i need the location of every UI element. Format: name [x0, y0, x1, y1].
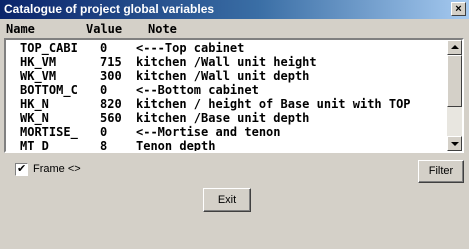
variable-name: BOTTOM_C: [20, 83, 78, 97]
close-button[interactable]: ×: [451, 2, 466, 16]
variable-value: 300: [100, 69, 122, 83]
variable-value: 820: [100, 97, 122, 111]
column-header-value: Value: [86, 22, 123, 36]
variables-rows: TOP_CABI 0 <---Top cabinet HK_VM 715 kit…: [6, 40, 447, 151]
scroll-up-button[interactable]: [447, 40, 462, 55]
variable-note: kitchen /Wall unit height: [136, 55, 317, 69]
variable-note: kitchen /Base unit depth: [136, 111, 310, 125]
list-item[interactable]: TOP_CABI 0 <---Top cabinet: [6, 41, 447, 55]
exit-button[interactable]: Exit: [203, 188, 251, 212]
variables-listbox[interactable]: TOP_CABI 0 <---Top cabinet HK_VM 715 kit…: [4, 38, 464, 153]
arrow-down-icon: [451, 142, 459, 146]
list-item[interactable]: HK_N 820 kitchen / height of Base unit w…: [6, 97, 447, 111]
variable-name: HK_N: [20, 97, 49, 111]
variable-value: 0: [100, 125, 108, 139]
vertical-scrollbar[interactable]: [447, 40, 462, 151]
filter-button[interactable]: Filter: [418, 160, 464, 183]
variable-note: <---Top cabinet: [136, 41, 245, 55]
variable-note: kitchen / height of Base unit with TOP: [136, 97, 411, 111]
column-header-name: Name: [6, 22, 35, 36]
list-item[interactable]: HK_VM 715 kitchen /Wall unit height: [6, 55, 447, 69]
variable-value: 0: [100, 83, 108, 97]
list-item[interactable]: MORTISE_ 0 <--Mortise and tenon: [6, 125, 447, 139]
variable-name: WK_VM: [20, 69, 57, 83]
frame-checkbox[interactable]: ✔: [15, 162, 28, 176]
variable-note: Tenon depth: [136, 139, 216, 151]
scroll-down-button[interactable]: [447, 136, 462, 151]
variable-name: MT_D: [20, 139, 49, 151]
window-title: Catalogue of project global variables: [4, 2, 215, 16]
list-item[interactable]: WK_N 560 kitchen /Base unit depth: [6, 111, 447, 125]
variable-name: MORTISE_: [20, 125, 78, 139]
arrow-up-icon: [451, 45, 459, 49]
close-icon: ×: [455, 3, 462, 15]
variable-note: <--Bottom cabinet: [136, 83, 259, 97]
scroll-thumb[interactable]: [447, 55, 462, 107]
checkmark-icon: ✔: [17, 162, 27, 175]
list-item[interactable]: BOTTOM_C 0 <--Bottom cabinet: [6, 83, 447, 97]
variable-note: <--Mortise and tenon: [136, 125, 281, 139]
variable-value: 715: [100, 55, 122, 69]
frame-checkbox-label[interactable]: Frame <>: [33, 163, 81, 175]
title-bar[interactable]: Catalogue of project global variables ×: [0, 0, 469, 19]
variable-name: TOP_CABI: [20, 41, 78, 55]
variable-name: WK_N: [20, 111, 49, 125]
list-item[interactable]: MT_D 8 Tenon depth: [6, 139, 447, 151]
column-header-note: Note: [148, 22, 177, 36]
variable-value: 0: [100, 41, 108, 55]
dialog-window: Catalogue of project global variables × …: [0, 0, 469, 249]
variable-note: kitchen /Wall unit depth: [136, 69, 310, 83]
variable-name: HK_VM: [20, 55, 57, 69]
variable-value: 8: [100, 139, 108, 151]
variable-value: 560: [100, 111, 122, 125]
list-item[interactable]: WK_VM 300 kitchen /Wall unit depth: [6, 69, 447, 83]
